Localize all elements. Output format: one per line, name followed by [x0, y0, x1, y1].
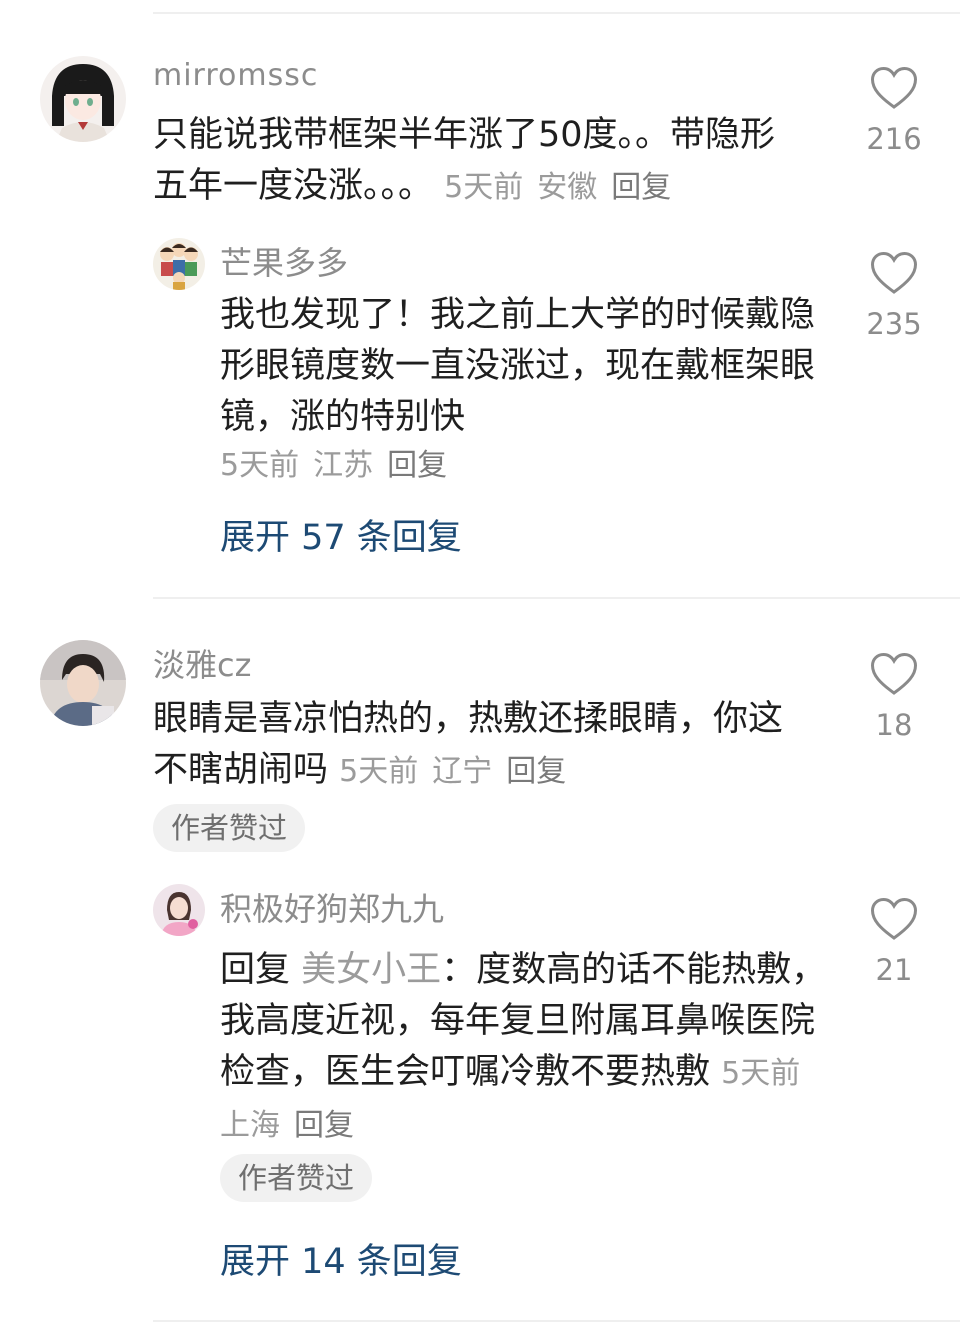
reply-location: 江苏 [313, 448, 374, 483]
reply-button[interactable]: 回复 [387, 448, 447, 483]
like-button[interactable]: 21 [862, 897, 926, 987]
comment-text-block[interactable]: 眼睛是喜凉怕热的，热敷还揉眼睛，你这不瞎胡闹吗 5天前 辽宁 回复 [153, 694, 803, 797]
comment-time: 5天前 [339, 754, 419, 789]
avatar-cartoon-group-image [153, 238, 205, 290]
reply-meta: 5天前 江苏 回复 [220, 440, 461, 484]
like-count: 21 [875, 953, 913, 987]
comment-meta: 5天前 辽宁 回复 [339, 754, 580, 789]
expand-replies-link[interactable]: 展开 14 条回复 [220, 1233, 462, 1284]
author-liked-badge: 作者赞过 [220, 1154, 373, 1202]
reply-button[interactable]: 回复 [506, 754, 566, 789]
comment-location: 安徽 [537, 170, 598, 205]
reply-text-block[interactable]: 回复 美女小王：度数高的话不能热敷，我高度近视，每年复旦附属耳鼻喉医院检查，医生… [220, 945, 830, 1151]
comment-time: 5天前 [444, 170, 524, 205]
comment-divider [153, 597, 960, 599]
reply-to-username[interactable]: 美女小王 [301, 950, 441, 990]
heart-outline-icon [870, 251, 918, 294]
comment-text-block[interactable]: 只能说我带框架半年涨了50度。。带隐形五年一度没涨。。。 5天前 安徽 回复 [153, 110, 803, 213]
avatar-anime-girl-image [40, 56, 126, 142]
reply-prefix: 回复 [220, 950, 291, 990]
avatar[interactable] [153, 238, 205, 290]
top-divider [153, 12, 960, 14]
reply-username[interactable]: 芒果多多 [220, 238, 348, 284]
like-count: 216 [866, 122, 922, 156]
reply-time: 5天前 [220, 448, 300, 483]
avatar[interactable] [40, 56, 126, 142]
heart-outline-icon [870, 652, 918, 695]
reply-button[interactable]: 回复 [294, 1108, 354, 1143]
reply-username[interactable]: 积极好狗郑九九 [220, 884, 444, 930]
reply-location: 上海 [220, 1108, 280, 1143]
avatar-photo-image [40, 640, 126, 726]
comment-location: 辽宁 [432, 754, 493, 789]
avatar[interactable] [40, 640, 126, 726]
author-liked-badge: 作者赞过 [153, 804, 306, 852]
bottom-divider [153, 1320, 960, 1322]
comment-meta: 5天前 安徽 回复 [444, 170, 685, 205]
comment-username[interactable]: mirromssc [153, 58, 318, 93]
avatar-photo-image [153, 884, 205, 936]
avatar[interactable] [153, 884, 205, 936]
reply-button[interactable]: 回复 [611, 170, 671, 205]
like-button[interactable]: 216 [862, 66, 926, 156]
heart-outline-icon [870, 897, 918, 940]
heart-outline-icon [870, 66, 918, 109]
like-button[interactable]: 235 [862, 251, 926, 341]
reply-text[interactable]: 我也发现了！我之前上大学的时候戴隐形眼镜度数一直没涨过，现在戴框架眼镜，涨的特别… [220, 290, 830, 443]
like-button[interactable]: 18 [862, 652, 926, 742]
like-count: 18 [875, 708, 913, 742]
comment-username[interactable]: 淡雅cz [153, 640, 251, 686]
reply-time: 5天前 [721, 1056, 801, 1091]
like-count: 235 [866, 307, 922, 341]
expand-replies-link[interactable]: 展开 57 条回复 [220, 509, 462, 560]
